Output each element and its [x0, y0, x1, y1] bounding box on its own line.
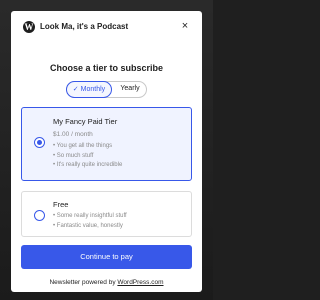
toggle-yearly-option[interactable]: Yearly [114, 81, 146, 98]
tier-option-free[interactable]: Free Some really insightful stuff Fantas… [21, 191, 192, 237]
tier-option-paid[interactable]: My Fancy Paid Tier $1.00 / month You get… [21, 107, 192, 181]
tier-feature: Fantastic value, honestly [53, 222, 127, 232]
tier-feature: So much stuff [53, 152, 122, 162]
tier-feature: Some really insightful stuff [53, 212, 127, 222]
toggle-monthly-option[interactable]: ✓ Monthly [66, 81, 112, 98]
wordpress-logo-icon: W [23, 21, 35, 33]
tier-price: $1.00 / month [53, 131, 93, 138]
tier-name: Free [53, 200, 69, 209]
tier-feature: You get all the things [53, 142, 122, 152]
wordpress-link[interactable]: WordPress.com [117, 279, 163, 286]
tier-feature-list: Some really insightful stuff Fantastic v… [53, 212, 127, 231]
site-name: Look Ma, it's a Podcast [40, 22, 129, 31]
modal-heading: Choose a tier to subscribe [49, 63, 164, 73]
close-icon[interactable]: × [179, 20, 191, 32]
tier-radio-unselected[interactable] [34, 210, 45, 221]
subscribe-modal: W Look Ma, it's a Podcast × Choose a tie… [11, 11, 202, 292]
tier-feature-list: You get all the things So much stuff It'… [53, 142, 123, 171]
modal-header: W Look Ma, it's a Podcast × [11, 11, 202, 45]
toggle-monthly-label: Monthly [80, 86, 106, 93]
tier-feature: It's really quite incredible [53, 161, 123, 171]
billing-period-toggle: ✓ Monthly Yearly [66, 81, 147, 98]
tier-name: My Fancy Paid Tier [53, 117, 118, 126]
continue-to-pay-button[interactable]: Continue to pay [21, 245, 192, 269]
powered-by-footer: Newsletter powered by WordPress.com [11, 278, 202, 287]
footer-prefix: Newsletter powered by [49, 279, 118, 286]
tier-radio-selected[interactable] [34, 137, 45, 148]
check-icon: ✓ [72, 86, 79, 93]
